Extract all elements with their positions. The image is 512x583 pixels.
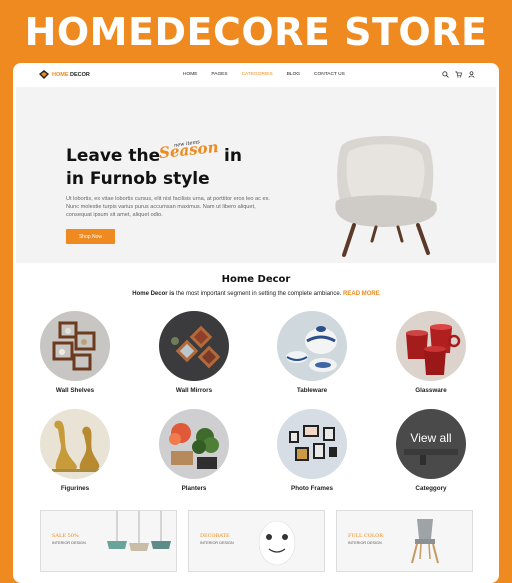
category-label: Categgory xyxy=(415,485,447,492)
category-tableware[interactable]: Tableware xyxy=(272,311,352,394)
figurines-image xyxy=(40,409,110,479)
hero-title-end: in xyxy=(224,146,242,166)
promo-title: SALE 50% xyxy=(52,533,79,539)
glassware-image xyxy=(396,311,466,381)
menu-item-contact[interactable]: CONTACT US xyxy=(314,72,345,77)
category-label: Figurines xyxy=(60,485,90,492)
read-more-link[interactable]: READ MORE xyxy=(343,291,380,297)
site-logo[interactable]: HOME DECOR xyxy=(39,70,90,79)
category-wall-mirrors[interactable]: Wall Mirrors xyxy=(154,311,234,394)
menu-item-blog[interactable]: BLOG xyxy=(287,72,300,77)
hero-paragraph: Ut lobortis, ex vitae lobortis cursus, e… xyxy=(66,196,270,218)
promo-full-color[interactable]: FULL COLOR INTERIOR DESIGN xyxy=(336,510,473,572)
menu-item-pages[interactable]: PAGES xyxy=(211,72,227,77)
menu-item-home[interactable]: HOME xyxy=(183,72,197,77)
section-subtitle: Home Decor is the most important segment… xyxy=(13,291,499,297)
category-label: Planters xyxy=(181,485,207,492)
dining-chair-image xyxy=(411,519,439,564)
promo-decorate[interactable]: DECORATE INTERIOR DESIGN xyxy=(188,510,325,572)
subtitle-bold: Home Decor is xyxy=(132,291,175,297)
decor-vase-image xyxy=(258,520,296,566)
category-label: Wall Shelves xyxy=(55,387,95,394)
search-icon[interactable] xyxy=(442,71,449,78)
promo-title: DECORATE xyxy=(200,533,230,539)
category-figurines[interactable]: Figurines xyxy=(35,409,115,492)
category-label: Tableware xyxy=(296,387,328,394)
subtitle-text: the most important segment in setting th… xyxy=(174,291,344,297)
category-planters[interactable]: Planters xyxy=(154,409,234,492)
promo-subtitle: INTERIOR DESIGN xyxy=(348,541,382,545)
main-menu: HOME PAGES CATEGORIES BLOG CONTACT US xyxy=(183,72,345,77)
view-all-label[interactable]: View all xyxy=(396,431,466,445)
hero-section: Leave the in in Furnob style new items S… xyxy=(16,87,496,263)
user-icon[interactable] xyxy=(468,71,475,78)
category-photo-frames[interactable]: Photo Frames xyxy=(272,409,352,492)
nav-icons xyxy=(442,71,475,78)
promo-subtitle: INTERIOR DESIGN xyxy=(52,541,86,545)
wall-mirrors-image xyxy=(159,311,229,381)
category-label: Wall Mirrors xyxy=(175,387,213,394)
hero-title-start: Leave the xyxy=(66,146,161,166)
promo-subtitle: INTERIOR DESIGN xyxy=(200,541,234,545)
hero-title-line2: in Furnob style xyxy=(66,169,210,189)
category-label: Glassware xyxy=(415,387,447,394)
store-banner-title: HOMEDECORE STORE xyxy=(24,10,488,54)
logo-text: HOME DECOR xyxy=(52,72,90,78)
armchair-image xyxy=(306,127,462,259)
section-title: Home Decor xyxy=(221,274,291,285)
menu-item-categories[interactable]: CATEGORIES xyxy=(242,72,273,77)
photo-frames-image xyxy=(277,409,347,479)
cart-icon[interactable] xyxy=(455,71,462,78)
logo-icon xyxy=(39,70,49,79)
planters-image xyxy=(159,409,229,479)
top-navbar: HOME DECOR HOME PAGES CATEGORIES BLOG CO… xyxy=(13,63,499,87)
tableware-image xyxy=(277,311,347,381)
shop-now-button[interactable]: Shop Now xyxy=(66,229,115,244)
promo-sale[interactable]: SALE 50% INTERIOR DESIGN xyxy=(40,510,177,572)
logo-suffix: DECOR xyxy=(68,71,90,78)
promo-title: FULL COLOR xyxy=(348,533,384,539)
view-all-image: View all xyxy=(396,409,466,479)
logo-prefix: HOME xyxy=(52,71,69,78)
website-preview: HOME DECOR HOME PAGES CATEGORIES BLOG CO… xyxy=(13,63,499,583)
wall-shelves-image xyxy=(40,311,110,381)
category-view-all[interactable]: View all Categgory xyxy=(391,409,471,492)
category-wall-shelves[interactable]: Wall Shelves xyxy=(35,311,115,394)
category-label: Photo Frames xyxy=(291,485,333,492)
pendant-lamps-image xyxy=(107,511,171,551)
category-glassware[interactable]: Glassware xyxy=(391,311,471,394)
